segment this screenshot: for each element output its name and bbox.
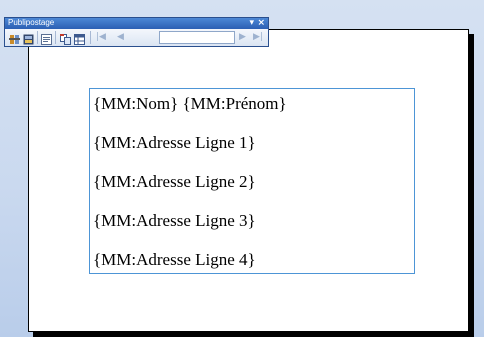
mail-merge-toolbar[interactable]: Publipostage ▾ × |◀ ◀ ▶ ▶| <box>4 17 269 47</box>
merge-grid-icon[interactable] <box>74 32 85 45</box>
previous-record-icon[interactable]: ◀ <box>117 31 124 44</box>
next-record-icon[interactable]: ▶ <box>239 31 246 44</box>
toolbar-titlebar[interactable]: Publipostage ▾ × <box>5 18 268 29</box>
toolbar-title: Publipostage <box>8 18 55 27</box>
merge-field-line-4[interactable]: {MM:Adresse Ligne 3} <box>93 211 256 231</box>
merge-field-line-5[interactable]: {MM:Adresse Ligne 4} <box>93 250 256 270</box>
preview-results-icon[interactable] <box>23 32 34 45</box>
toolbar-close-icon[interactable]: × <box>257 17 265 29</box>
merge-field-line-3[interactable]: {MM:Adresse Ligne 2} <box>93 172 256 192</box>
record-number-field[interactable] <box>159 31 235 44</box>
toolbar-separator <box>37 31 38 44</box>
merge-to-document-icon[interactable] <box>60 32 71 45</box>
merge-field-line-1[interactable]: {MM:Nom} {MM:Prénom} <box>93 94 287 114</box>
first-record-icon[interactable]: |◀ <box>96 31 106 44</box>
insert-fields-icon[interactable] <box>9 32 20 44</box>
toolbar-options-icon[interactable]: ▾ <box>249 17 254 29</box>
data-source-icon[interactable] <box>41 32 52 45</box>
merge-field-line-2[interactable]: {MM:Adresse Ligne 1} <box>93 133 256 153</box>
document-page[interactable]: {MM:Nom} {MM:Prénom} {MM:Adresse Ligne 1… <box>28 29 469 332</box>
toolbar-separator <box>55 31 56 44</box>
toolbar-buttons-row: |◀ ◀ ▶ ▶| <box>5 29 268 46</box>
toolbar-separator <box>90 31 91 44</box>
merge-field-frame[interactable]: {MM:Nom} {MM:Prénom} {MM:Adresse Ligne 1… <box>89 88 415 274</box>
last-record-icon[interactable]: ▶| <box>253 31 263 44</box>
